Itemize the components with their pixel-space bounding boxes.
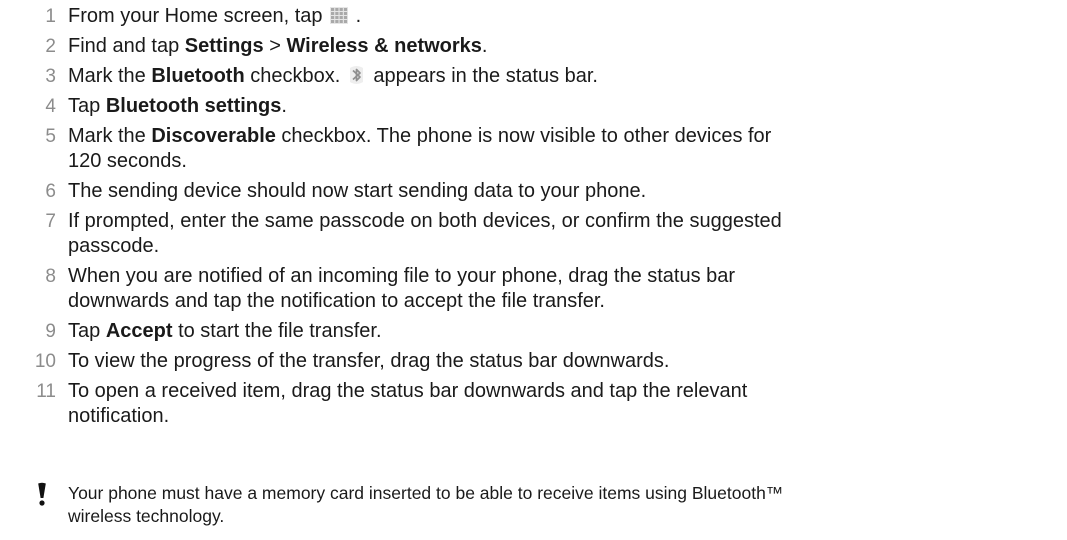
- step-text-run: Mark the: [68, 125, 152, 147]
- step-item: 2 Find and tap Settings > Wireless & netw…: [0, 34, 1067, 59]
- step-text: From your Home screen, tap .: [68, 5, 361, 27]
- step-text-run: appears in the status bar.: [367, 65, 598, 87]
- step-number: 2: [45, 36, 56, 57]
- step-text: Tap Bluetooth settings.: [68, 95, 287, 117]
- step-text: To open a received item, drag the status…: [68, 380, 747, 427]
- step-number: 7: [45, 211, 56, 232]
- app-grid-icon: [330, 7, 349, 24]
- step-number: 8: [45, 266, 56, 287]
- step-item: 8 When you are notified of an incoming fi…: [0, 264, 1067, 314]
- step-text-run: checkbox. The phone is now visible to ot…: [275, 125, 772, 147]
- step-number: 9: [45, 321, 56, 342]
- exclamation-icon: [38, 482, 46, 506]
- step-ui-term: Bluetooth settings: [105, 95, 282, 117]
- step-text: Tap Accept to start the file transfer.: [68, 320, 382, 342]
- step-number: 3: [45, 66, 56, 87]
- step-text: Mark the Bluetooth checkbox. appears in …: [68, 65, 598, 87]
- step-ui-term: Settings: [184, 35, 264, 57]
- step-text-run: When you are notified of an incoming fil…: [68, 265, 736, 287]
- step-text-run: If prompted, enter the same passcode on …: [68, 210, 782, 232]
- step-text-run: To view the progress of the transfer, dr…: [68, 350, 670, 372]
- step-item: 6 The sending device should now start sen…: [0, 179, 1067, 204]
- step-text: The sending device should now start send…: [68, 180, 646, 202]
- step-item: 1 From your Home screen, tap .: [0, 4, 1067, 29]
- step-number: 4: [45, 96, 56, 117]
- step-text: If prompted, enter the same passcode on …: [68, 210, 782, 257]
- step-text: When you are notified of an incoming fil…: [68, 265, 735, 312]
- step-text-run: .: [481, 35, 488, 57]
- step-ui-term: Discoverable: [151, 125, 276, 147]
- bluetooth-icon: [349, 66, 363, 84]
- step-text-run: .: [350, 5, 362, 27]
- step-text-run: 120 seconds.: [68, 150, 187, 172]
- step-text-run: .: [281, 95, 287, 117]
- step-text: Find and tap Settings > Wireless & netwo…: [68, 35, 487, 57]
- step-item: 11 To open a received item, drag the stat…: [0, 379, 1067, 429]
- step-item: 7 If prompted, enter the same passcode on…: [0, 209, 1067, 259]
- step-text-run: Tap: [68, 95, 106, 117]
- step-ui-term: Bluetooth: [151, 65, 245, 87]
- step-item: 4 Tap Bluetooth settings.: [0, 94, 1067, 119]
- step-text: Mark the Discoverable checkbox. The phon…: [68, 125, 771, 172]
- instruction-steps: 1 From your Home screen, tap . 2 Find and t…: [0, 4, 1067, 434]
- step-number: 6: [45, 181, 56, 202]
- step-item: 3 Mark the Bluetooth checkbox. appears in…: [0, 64, 1067, 89]
- step-item: 5 Mark the Discoverable checkbox. The pho…: [0, 124, 1067, 174]
- step-ui-term: Wireless & networks: [286, 35, 482, 57]
- note-text-line1: Your phone must have a memory card inser…: [68, 483, 784, 503]
- step-number: 5: [45, 126, 56, 147]
- step-text-run: to start the file transfer.: [172, 320, 382, 342]
- note-text-line2: wireless technology.: [68, 506, 225, 526]
- step-text-run: checkbox.: [244, 65, 346, 87]
- step-text-run: Tap: [68, 320, 106, 342]
- step-text-run: passcode.: [68, 235, 160, 257]
- step-item: 10 To view the progress of the transfer, …: [0, 349, 1067, 374]
- step-text-run: To open a received item, drag the status…: [68, 380, 748, 402]
- step-text-run: >: [263, 35, 287, 57]
- step-number: 1: [45, 6, 56, 27]
- step-text-run: From your Home screen, tap: [68, 5, 329, 27]
- step-text-run: notification.: [68, 405, 170, 427]
- step-text: To view the progress of the transfer, dr…: [68, 350, 669, 372]
- step-number: 11: [36, 381, 56, 402]
- step-ui-term: Accept: [105, 320, 173, 342]
- step-text-run: Mark the: [68, 65, 152, 87]
- step-text-run: downwards and tap the notification to ac…: [68, 290, 605, 312]
- note-text: Your phone must have a memory card inser…: [68, 482, 1028, 528]
- step-text-run: The sending device should now start send…: [68, 180, 647, 202]
- step-text-run: Find and tap: [68, 35, 185, 57]
- step-number: 10: [34, 351, 56, 372]
- step-item: 9 Tap Accept to start the file transfer.: [0, 319, 1067, 344]
